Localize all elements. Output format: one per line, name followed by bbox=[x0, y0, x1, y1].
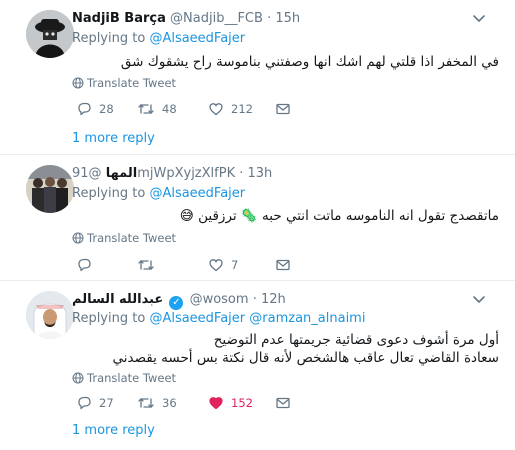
tweet-text-line: سعادة القاضي تعال عاقب هالشخص لأنه قال ن… bbox=[112, 350, 500, 366]
tweet[interactable]: المها @91mjWpXyjzXlfPK · 13h Replying to… bbox=[0, 155, 515, 281]
like-count: 152 bbox=[231, 396, 253, 410]
envelope-icon bbox=[276, 259, 290, 271]
direct-message-button[interactable] bbox=[275, 255, 298, 275]
timestamp[interactable]: 15h bbox=[275, 11, 300, 26]
like-count: 7 bbox=[231, 258, 239, 272]
translate-label: Translate Tweet bbox=[87, 76, 177, 90]
reply-button[interactable] bbox=[76, 255, 99, 275]
tweet-header: NadjiB Barça @Nadjib__FCB · 15h bbox=[72, 10, 475, 28]
display-name[interactable]: المها bbox=[106, 166, 138, 181]
translate-tweet-link[interactable]: Translate Tweet bbox=[72, 371, 176, 385]
tweet-header: المها @91mjWpXyjzXlfPK · 13h bbox=[72, 165, 475, 183]
verified-badge-icon: ✓ bbox=[169, 296, 184, 310]
envelope-icon bbox=[276, 397, 290, 409]
mention-link[interactable]: @AlsaeedFajer bbox=[149, 31, 245, 46]
retweet-icon bbox=[138, 104, 154, 114]
separator: · bbox=[252, 292, 257, 307]
tweet-text: في المخفر اذا قلتي لهم اشك انها وصفتني ب… bbox=[120, 54, 499, 70]
tweet-text: أول مرة أشوف دعوى قضائية جريمتها عدم الت… bbox=[60, 331, 500, 367]
globe-icon bbox=[72, 232, 84, 244]
reply-icon bbox=[78, 258, 91, 272]
timestamp[interactable]: 13h bbox=[248, 166, 273, 181]
timestamp[interactable]: 12h bbox=[261, 292, 286, 307]
like-count: 212 bbox=[231, 102, 253, 116]
heart-icon bbox=[209, 103, 223, 116]
translate-tweet-link[interactable]: Translate Tweet bbox=[72, 76, 176, 90]
heart-icon bbox=[209, 397, 223, 410]
heart-icon bbox=[209, 259, 223, 272]
reply-icon bbox=[78, 102, 91, 116]
tweet-text: ماتقصدج تقول انه الناموسه ماتت انتي حبه … bbox=[179, 208, 499, 224]
more-replies-link[interactable]: 1 more reply bbox=[72, 131, 155, 146]
reply-count: 27 bbox=[99, 396, 114, 410]
globe-icon bbox=[72, 372, 84, 384]
tweet-text-line: أول مرة أشوف دعوى قضائية جريمتها عدم الت… bbox=[213, 332, 499, 348]
user-handle[interactable]: @91mjWpXyjzXlfPK bbox=[72, 166, 235, 181]
replying-to: Replying to @AlsaeedFajer @ramzan_alnaim… bbox=[72, 311, 365, 326]
tweet[interactable]: عبدالله السالم ✓ @wosom · 12h Replying t… bbox=[0, 281, 515, 450]
replying-to-label: Replying to bbox=[72, 186, 146, 201]
replying-to-label: Replying to bbox=[72, 31, 146, 46]
direct-message-button[interactable] bbox=[275, 99, 298, 119]
like-button[interactable]: 152 bbox=[208, 393, 253, 413]
mention-link[interactable]: @AlsaeedFajer bbox=[149, 311, 245, 326]
retweet-count: 36 bbox=[162, 396, 177, 410]
direct-message-button[interactable] bbox=[275, 393, 298, 413]
tweet-header: عبدالله السالم ✓ @wosom · 12h bbox=[72, 291, 475, 310]
translate-tweet-link[interactable]: Translate Tweet bbox=[72, 231, 176, 245]
replying-to-label: Replying to bbox=[72, 311, 146, 326]
reply-button[interactable]: 28 bbox=[76, 99, 114, 119]
display-name[interactable]: NadjiB Barça bbox=[72, 11, 166, 26]
reply-icon bbox=[78, 396, 91, 410]
user-handle[interactable]: @wosom bbox=[190, 292, 249, 307]
reply-count: 28 bbox=[99, 102, 114, 116]
like-button[interactable]: 7 bbox=[208, 255, 238, 275]
tweet[interactable]: NadjiB Barça @Nadjib__FCB · 15h Replying… bbox=[0, 0, 515, 155]
separator: · bbox=[239, 166, 244, 181]
retweet-button[interactable]: 48 bbox=[137, 99, 177, 119]
replying-to: Replying to @AlsaeedFajer bbox=[72, 186, 245, 201]
avatar[interactable] bbox=[26, 165, 74, 213]
separator: · bbox=[267, 11, 272, 26]
translate-label: Translate Tweet bbox=[87, 231, 177, 245]
like-button[interactable]: 212 bbox=[208, 99, 253, 119]
retweet-button[interactable]: 36 bbox=[137, 393, 177, 413]
replying-to: Replying to @AlsaeedFajer bbox=[72, 31, 245, 46]
chevron-down-icon[interactable] bbox=[469, 8, 489, 28]
retweet-icon bbox=[138, 260, 154, 270]
mention-link[interactable]: @AlsaeedFajer bbox=[149, 186, 245, 201]
user-handle[interactable]: @Nadjib__FCB bbox=[170, 11, 263, 26]
reply-button[interactable]: 27 bbox=[76, 393, 114, 413]
display-name[interactable]: عبدالله السالم bbox=[72, 292, 163, 307]
more-replies-link[interactable]: 1 more reply bbox=[72, 423, 155, 438]
globe-icon bbox=[72, 77, 84, 89]
avatar[interactable] bbox=[26, 10, 74, 58]
envelope-icon bbox=[276, 103, 290, 115]
retweet-count: 48 bbox=[162, 102, 177, 116]
translate-label: Translate Tweet bbox=[87, 371, 177, 385]
chevron-down-icon[interactable] bbox=[469, 289, 489, 309]
mention-link[interactable]: @ramzan_alnaimi bbox=[249, 311, 365, 326]
retweet-button[interactable] bbox=[137, 255, 162, 275]
retweet-icon bbox=[138, 398, 154, 408]
